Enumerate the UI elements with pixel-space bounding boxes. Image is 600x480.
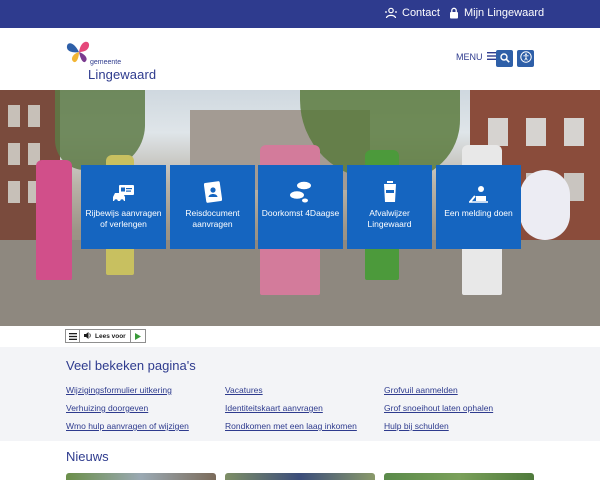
news-section: Nieuws [0, 441, 600, 480]
popular-link[interactable]: Wmo hulp aanvragen of wijzigen [66, 421, 189, 431]
news-thumbnail[interactable] [66, 473, 216, 480]
search-button[interactable] [496, 50, 513, 67]
popular-link[interactable]: Rondkomen met een laag inkomen [225, 421, 357, 431]
play-icon [134, 327, 141, 345]
read-aloud-bar: Lees voor [65, 329, 146, 343]
read-aloud-menu-button[interactable] [66, 330, 80, 342]
news-title: Nieuws [66, 449, 109, 464]
logo-name-text: Lingewaard [88, 67, 157, 82]
tile-reisdocument-label: Reisdocument aanvragen [185, 208, 240, 229]
mijn-lingewaard-link[interactable]: Mijn Lingewaard [449, 7, 544, 19]
popular-link[interactable]: Verhuizing doorgeven [66, 403, 148, 413]
passport-icon [203, 181, 222, 203]
lock-icon [449, 7, 459, 19]
tile-melding[interactable]: Een melding doen [436, 165, 521, 249]
tile-rijbewijs-label: Rijbewijs aanvragen of verlengen [85, 208, 162, 229]
site-header: gemeente Lingewaard MENU [0, 28, 600, 90]
menu-button[interactable]: MENU [456, 52, 496, 62]
tile-reisdocument[interactable]: Reisdocument aanvragen [170, 165, 255, 249]
tile-rijbewijs[interactable]: Rijbewijs aanvragen of verlengen [81, 165, 166, 249]
car-license-icon [112, 181, 136, 203]
mijn-lingewaard-label: Mijn Lingewaard [464, 7, 545, 19]
hamburger-icon [486, 52, 496, 62]
news-thumbnail[interactable] [225, 473, 375, 480]
play-button[interactable] [131, 330, 145, 342]
tile-4daagse-label: Doorkomst 4Daagse [261, 208, 340, 218]
popular-link[interactable]: Grofvuil aanmelden [384, 385, 458, 395]
menu-label: MENU [456, 52, 483, 62]
gemeente-lingewaard-logo[interactable]: gemeente Lingewaard [64, 36, 174, 82]
top-bar: Contact Mijn Lingewaard [0, 0, 600, 28]
footsteps-icon [289, 181, 313, 203]
popular-pages-title: Veel bekeken pagina's [66, 358, 196, 373]
tile-afvalwijzer-label: Afvalwijzer Lingewaard [367, 208, 412, 229]
tile-4daagse[interactable]: Doorkomst 4Daagse [258, 165, 343, 249]
accessibility-icon [519, 50, 532, 68]
contact-label: Contact [402, 7, 440, 19]
popular-pages-section: Veel bekeken pagina's Wijzigingsformulie… [0, 347, 600, 441]
logo-gemeente-text: gemeente [90, 59, 122, 66]
hamburger-icon [68, 327, 77, 345]
search-icon [499, 50, 510, 68]
accessibility-button[interactable] [517, 50, 534, 67]
waste-bin-icon [383, 181, 397, 203]
contact-link[interactable]: Contact [385, 7, 440, 19]
popular-link[interactable]: Wijzigingsformulier uitkering [66, 385, 172, 395]
tile-afvalwijzer[interactable]: Afvalwijzer Lingewaard [347, 165, 432, 249]
read-aloud-button[interactable]: Lees voor [80, 330, 131, 342]
tile-melding-label: Een melding doen [444, 208, 513, 218]
popular-link[interactable]: Hulp bij schulden [384, 421, 449, 431]
popular-link[interactable]: Grof snoeihout laten ophalen [384, 403, 493, 413]
news-thumbnail[interactable] [384, 473, 534, 480]
speaker-icon [84, 331, 92, 341]
popular-link[interactable]: Vacatures [225, 385, 263, 395]
popular-link[interactable]: Identiteitskaart aanvragen [225, 403, 323, 413]
report-worker-icon [468, 181, 490, 203]
read-aloud-label: Lees voor [95, 332, 126, 340]
contact-icon [385, 7, 397, 19]
